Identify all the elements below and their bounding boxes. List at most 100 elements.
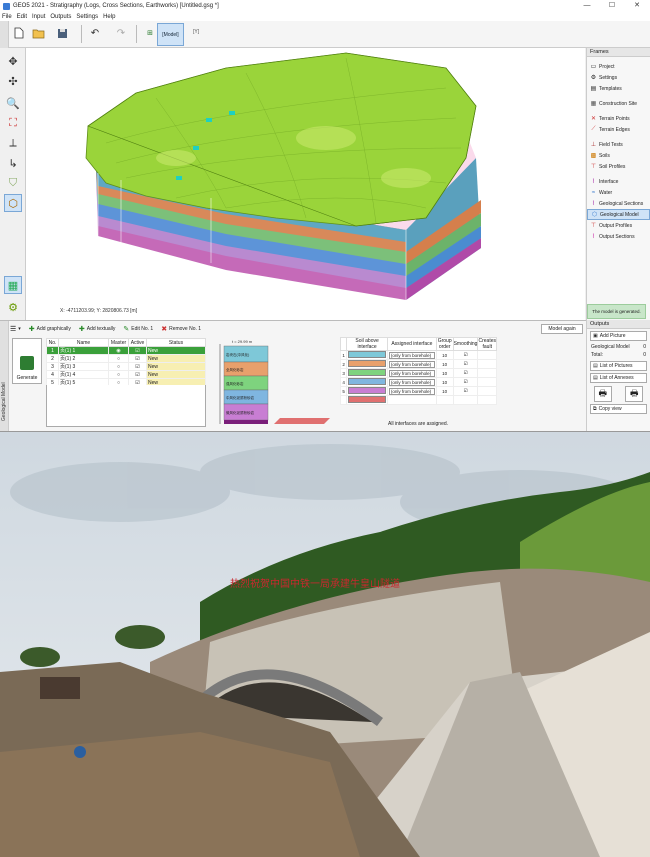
frame-output-profiles[interactable]: ⊤ Output Profiles [587,220,650,231]
print-preview-icon[interactable]: 🖶 [625,386,644,402]
frame-soils[interactable]: ▩ Soils [587,150,650,161]
table-row[interactable]: 5 (only from borehole) 10 ☑ [339,386,497,396]
open-folder-icon[interactable] [31,26,45,40]
assigned-interface-select[interactable]: (only from borehole) [388,387,435,395]
smoothing-checkbox[interactable]: ☑ [452,377,479,387]
master-radio[interactable]: ○ [108,362,129,371]
list-pictures-button[interactable]: ▤ List of Pictures [590,361,647,371]
active-checkbox[interactable]: ☑ [128,370,147,379]
master-radio[interactable]: ○ [108,370,129,379]
coordinates-icon[interactable]: ↳ [4,154,22,172]
frame-settings[interactable]: ⚙ Settings [587,72,650,83]
undo-icon[interactable]: ↶ [88,26,102,40]
profile-layer-label: 强风化砂岩 [226,381,244,386]
menu-input[interactable]: Input [32,14,45,20]
master-radio[interactable]: ◉ [108,346,129,355]
y-mode-button[interactable]: [Y] [193,29,199,35]
print-icon[interactable]: 🖶 [593,386,612,402]
menu-help[interactable]: Help [103,14,115,20]
add-graphic-icon: ✚ [28,326,35,333]
menu-file[interactable]: File [2,14,12,20]
total-count-row: Total: 0 [591,352,646,358]
table-row[interactable]: 2 (only from borehole) 10 ☑ [339,359,497,369]
table-row[interactable]: 1 (only from borehole) 10 ☑ [339,350,497,360]
active-checkbox[interactable]: ☑ [128,354,147,363]
table-row[interactable] [339,395,497,405]
frame-project[interactable]: ▭ Project [587,61,650,72]
soil-swatch [348,351,387,358]
assigned-interface-select[interactable]: (only from borehole) [388,360,435,368]
table-row[interactable]: 2 页(1) 2 ○ ☑ New [46,354,206,363]
frame-geological-model[interactable]: ⬡ Geological Model [587,209,650,220]
zoom-extents-icon[interactable]: ⛶ [4,114,22,132]
assigned-interface-select[interactable]: (only from borehole) [388,369,435,377]
main-toolbar: ↶ ↷ ⊞ [Model] [Y] [0,21,650,48]
view-3d-icon[interactable]: ⛉ [4,174,22,192]
menu-outputs[interactable]: Outputs [50,14,71,20]
redo-icon[interactable]: ↷ [114,26,128,40]
smoothing-checkbox[interactable]: ☑ [452,386,479,396]
doc-icon: ▭ [590,64,597,70]
table-row[interactable]: 4 (only from borehole) 10 ☑ [339,377,497,387]
settings-gear-icon[interactable]: ⚙ [4,298,22,316]
list-view-button[interactable]: ☰ ▾ [10,325,21,333]
smoothing-checkbox[interactable]: ☑ [452,350,479,360]
frame-field-tests[interactable]: ⊥ Field Tests [587,139,650,150]
add-graphically-button[interactable]: ✚ Add graphically [29,325,71,333]
table-row[interactable]: 3 (only from borehole) 10 ☑ [339,368,497,378]
axis-icon[interactable]: ⟂ [4,134,22,152]
table-row[interactable]: 4 页(1) 4 ○ ☑ New [46,370,206,379]
edit-button[interactable]: ✎ Edit No. 1 [123,325,153,333]
site-banner: 热烈祝贺中国中铁一局承建牛皇山隧道 [230,577,400,590]
3d-model-viewport[interactable] [26,48,585,320]
minimize-button[interactable]: — [578,0,596,12]
menu-edit[interactable]: Edit [17,14,27,20]
model-mode-button[interactable]: [Model] [157,23,184,46]
zoom-icon[interactable]: 🔍 [4,94,22,112]
active-checkbox[interactable]: ☑ [128,346,147,355]
frame-templates[interactable]: ▤ Templates [587,83,650,94]
soil-swatch [348,387,387,394]
copy-view-button[interactable]: ⧉ Copy view [590,404,647,414]
copy-icon: ⧉ [593,406,597,412]
toolbar-separator [136,25,137,43]
smoothing-checkbox[interactable]: ☑ [452,368,479,378]
model-again-button[interactable]: Model again [541,324,583,334]
grid-table-icon[interactable]: ▦ [4,276,22,294]
frame-terrain-edges[interactable]: ⟋ Terrain Edges [587,124,650,135]
generate-button[interactable]: Generate [12,338,42,384]
frame-output-sections[interactable]: ⌇ Output Sections [587,231,650,242]
assigned-interface-select[interactable]: (only from borehole) [388,378,435,386]
interface-icon: ⌇ [592,179,595,185]
cube-view-icon[interactable]: ⬡ [4,194,22,212]
add-picture-button[interactable]: ▣ Add Picture [590,331,647,341]
close-button[interactable]: ✕ [628,0,646,12]
menu-settings[interactable]: Settings [76,14,98,20]
remove-button[interactable]: ✖ Remove No. 1 [161,325,201,333]
frame-water[interactable]: ≈ Water [587,187,650,198]
maximize-button[interactable]: ☐ [603,0,621,12]
frame-construction-site[interactable]: ▦ Construction Site [587,98,650,109]
smoothing-checkbox[interactable]: ☑ [452,359,479,369]
frame-interface[interactable]: ⌇ Interface [587,176,650,187]
table-row[interactable]: 3 页(1) 3 ○ ☑ New [46,362,206,371]
frame-geological-sections[interactable]: ⌇ Geological Sections [587,198,650,209]
pan-icon[interactable]: ✥ [4,52,22,70]
assigned-interface-select[interactable]: (only from borehole) [388,351,435,359]
geo5-window: GEO5 2021 - Stratigraphy (Logs, Cross Se… [0,0,650,432]
frame-soil-profiles[interactable]: ⊤ Soil Profiles [587,161,650,172]
vertical-tab[interactable]: Geological Model [0,321,9,431]
move-icon[interactable]: ✣ [4,72,22,90]
list-annexes-button[interactable]: ▤ List of Annexes [590,373,647,383]
new-file-icon[interactable] [12,26,26,40]
add-stage-icon[interactable]: ⊞ [143,26,157,40]
save-icon[interactable] [55,26,69,40]
col-name: Name [58,338,109,347]
soil-swatch [348,369,387,376]
window-title: GEO5 2021 - Stratigraphy (Logs, Cross Se… [13,3,219,9]
master-radio[interactable]: ○ [108,354,129,363]
table-row[interactable]: 1 页(1) 1 ◉ ☑ New [46,346,206,355]
active-checkbox[interactable]: ☑ [128,362,147,371]
add-textually-button[interactable]: ✚ Add textually [79,325,116,333]
frame-terrain-points[interactable]: ✕ Terrain Points [587,113,650,124]
